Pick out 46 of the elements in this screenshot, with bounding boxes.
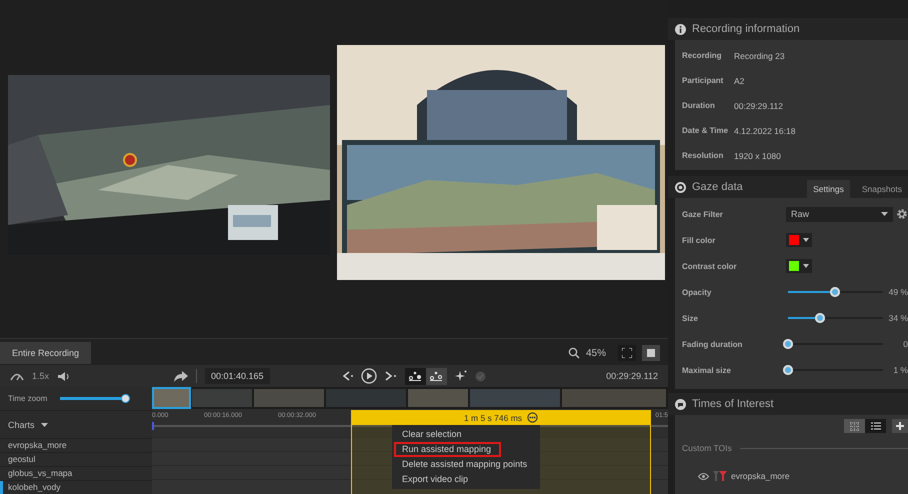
menu-item[interactable]: Run assisted mapping: [394, 442, 502, 457]
toi-row-label[interactable]: globus_vs_mapa: [0, 466, 152, 480]
field-label: Date & Time: [682, 126, 730, 135]
slider-value: 34 %: [888, 313, 908, 323]
field-value: 4.12.2022 16:18: [734, 126, 796, 136]
slider-value: 1 %: [893, 365, 908, 375]
toi-row-label[interactable]: evropska_more: [0, 438, 152, 452]
current-time-field[interactable]: 00:01:40.165: [205, 368, 270, 384]
field-value: A2: [734, 76, 744, 86]
setting-label: Maximal size: [682, 366, 732, 374]
setting-label: Gaze Filter: [682, 210, 724, 218]
field-label: Duration: [682, 101, 716, 110]
menu-item[interactable]: Delete assisted mapping points: [392, 457, 528, 472]
end-time: 00:29:29.112: [606, 371, 658, 381]
zoom-percentage: 45%: [586, 348, 606, 358]
field-label: Resolution: [682, 151, 724, 160]
toi-name[interactable]: evropska_more: [731, 471, 790, 481]
charts-dropdown[interactable]: Charts: [8, 420, 35, 430]
menu-item[interactable]: Clear selection: [392, 427, 462, 442]
slider-value: 49 %: [888, 287, 908, 297]
selection-duration: 1 m 5 s 746 ms: [464, 412, 522, 422]
field-value: 00:29:29.112: [734, 100, 783, 110]
playback-speed[interactable]: 1.5x: [32, 371, 50, 381]
panel-tab[interactable]: Settings: [807, 180, 850, 198]
setting-label: Fading duration: [682, 340, 744, 348]
panel-title: Gaze data: [692, 181, 743, 193]
gaze-filter-dropdown[interactable]: Raw: [786, 206, 893, 222]
menu-item[interactable]: Export video clip: [392, 472, 468, 487]
field-label: Participant: [682, 76, 724, 85]
toi-row-label[interactable]: kolobeh_vody: [0, 480, 152, 494]
panel-title: Times of Interest: [692, 398, 774, 410]
setting-label: Opacity: [682, 288, 712, 296]
panel-title: Recording information: [692, 23, 800, 35]
setting-label: Fill color: [682, 236, 716, 244]
timeline-tab[interactable]: Entire Recording: [0, 342, 92, 364]
time-zoom-label: Time zoom: [8, 394, 48, 403]
setting-label: Size: [682, 314, 700, 322]
section-heading: Custom TOIs: [682, 443, 732, 453]
field-label: Recording: [682, 51, 723, 60]
setting-label: Contrast color: [682, 262, 738, 270]
toi-row-label[interactable]: geostul: [0, 452, 152, 466]
selection-duration-bar[interactable]: 1 m 5 s 746 ms: [351, 410, 651, 425]
field-value: Recording 23: [734, 50, 785, 60]
panel-tab[interactable]: Snapshots: [856, 180, 908, 198]
field-value: 1920 x 1080: [734, 150, 781, 160]
slider-value: 0: [903, 339, 908, 349]
